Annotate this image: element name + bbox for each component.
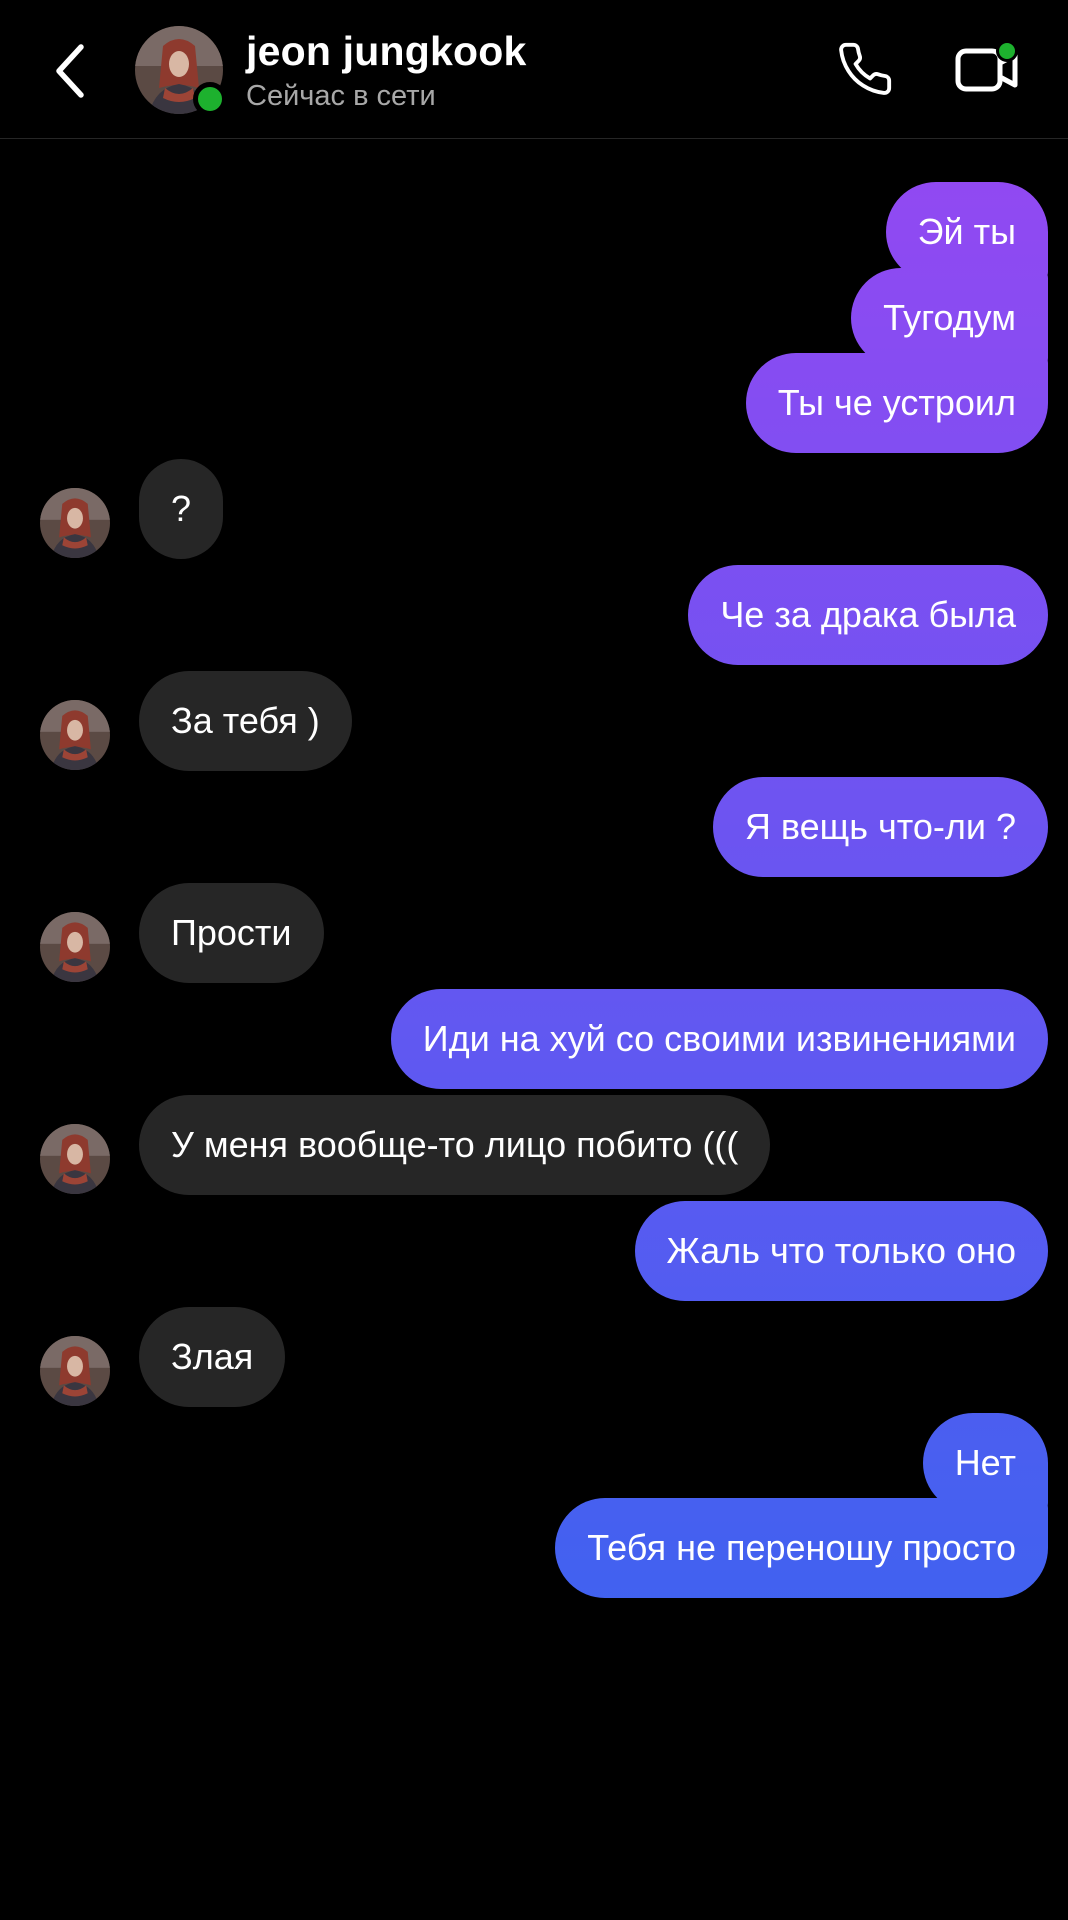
chevron-left-icon [56, 44, 84, 98]
message-bubble[interactable]: Че за драка была [688, 565, 1048, 665]
contact-name: jeon jungkook [246, 28, 527, 74]
contact-title[interactable]: jeon jungkook Сейчас в сети [246, 26, 527, 116]
message-bubble[interactable]: Злая [139, 1307, 286, 1407]
incoming-message: За тебя ) [0, 671, 1068, 771]
phone-icon [839, 42, 892, 95]
video-call-button[interactable] [950, 34, 1024, 104]
incoming-message: Прости [0, 883, 1068, 983]
contact-status: Сейчас в сети [246, 80, 436, 112]
call-button[interactable] [832, 36, 898, 102]
incoming-message: У меня вообще-то лицо побито ((( [0, 1095, 1068, 1195]
message-bubble[interactable]: Ты че устроил [745, 353, 1048, 453]
outgoing-message: Че за драка была [0, 565, 1068, 665]
back-button[interactable] [42, 38, 98, 104]
outgoing-message: Иди на хуй со своими извинениями [0, 989, 1068, 1089]
outgoing-message: Жаль что только оно [0, 1201, 1068, 1301]
message-bubble[interactable]: Эй ты [885, 182, 1048, 282]
sender-avatar[interactable] [40, 488, 110, 558]
outgoing-message: Тебя не переношу просто [0, 1498, 1068, 1598]
message-bubble[interactable]: Я вещь что-ли ? [712, 777, 1048, 877]
outgoing-message: Ты че устроил [0, 353, 1068, 453]
outgoing-message: Я вещь что-ли ? [0, 777, 1068, 877]
sender-avatar[interactable] [40, 912, 110, 982]
message-thread[interactable]: Эй ты Тугодум Ты че устроил? Че за драка бы… [0, 139, 1068, 1920]
message-bubble[interactable]: Прости [139, 883, 324, 983]
sender-avatar[interactable] [40, 1124, 110, 1194]
message-bubble[interactable]: Тебя не переношу просто [555, 1498, 1048, 1598]
message-bubble[interactable]: Иди на хуй со своими извинениями [390, 989, 1048, 1089]
chat-header: jeon jungkook Сейчас в сети [0, 0, 1068, 139]
contact-avatar-button[interactable] [135, 26, 227, 116]
message-bubble[interactable]: ? [139, 459, 224, 559]
sender-avatar[interactable] [40, 1336, 110, 1406]
message-bubble[interactable]: Жаль что только оно [634, 1201, 1048, 1301]
message-bubble[interactable]: У меня вообще-то лицо побито ((( [139, 1095, 771, 1195]
message-bubble[interactable]: За тебя ) [139, 671, 352, 771]
online-status-dot [193, 82, 227, 116]
outgoing-message: Эй ты [0, 182, 1068, 282]
incoming-message: ? [0, 459, 1068, 559]
incoming-message: Злая [0, 1307, 1068, 1407]
video-status-dot [996, 40, 1018, 62]
sender-avatar[interactable] [40, 700, 110, 770]
